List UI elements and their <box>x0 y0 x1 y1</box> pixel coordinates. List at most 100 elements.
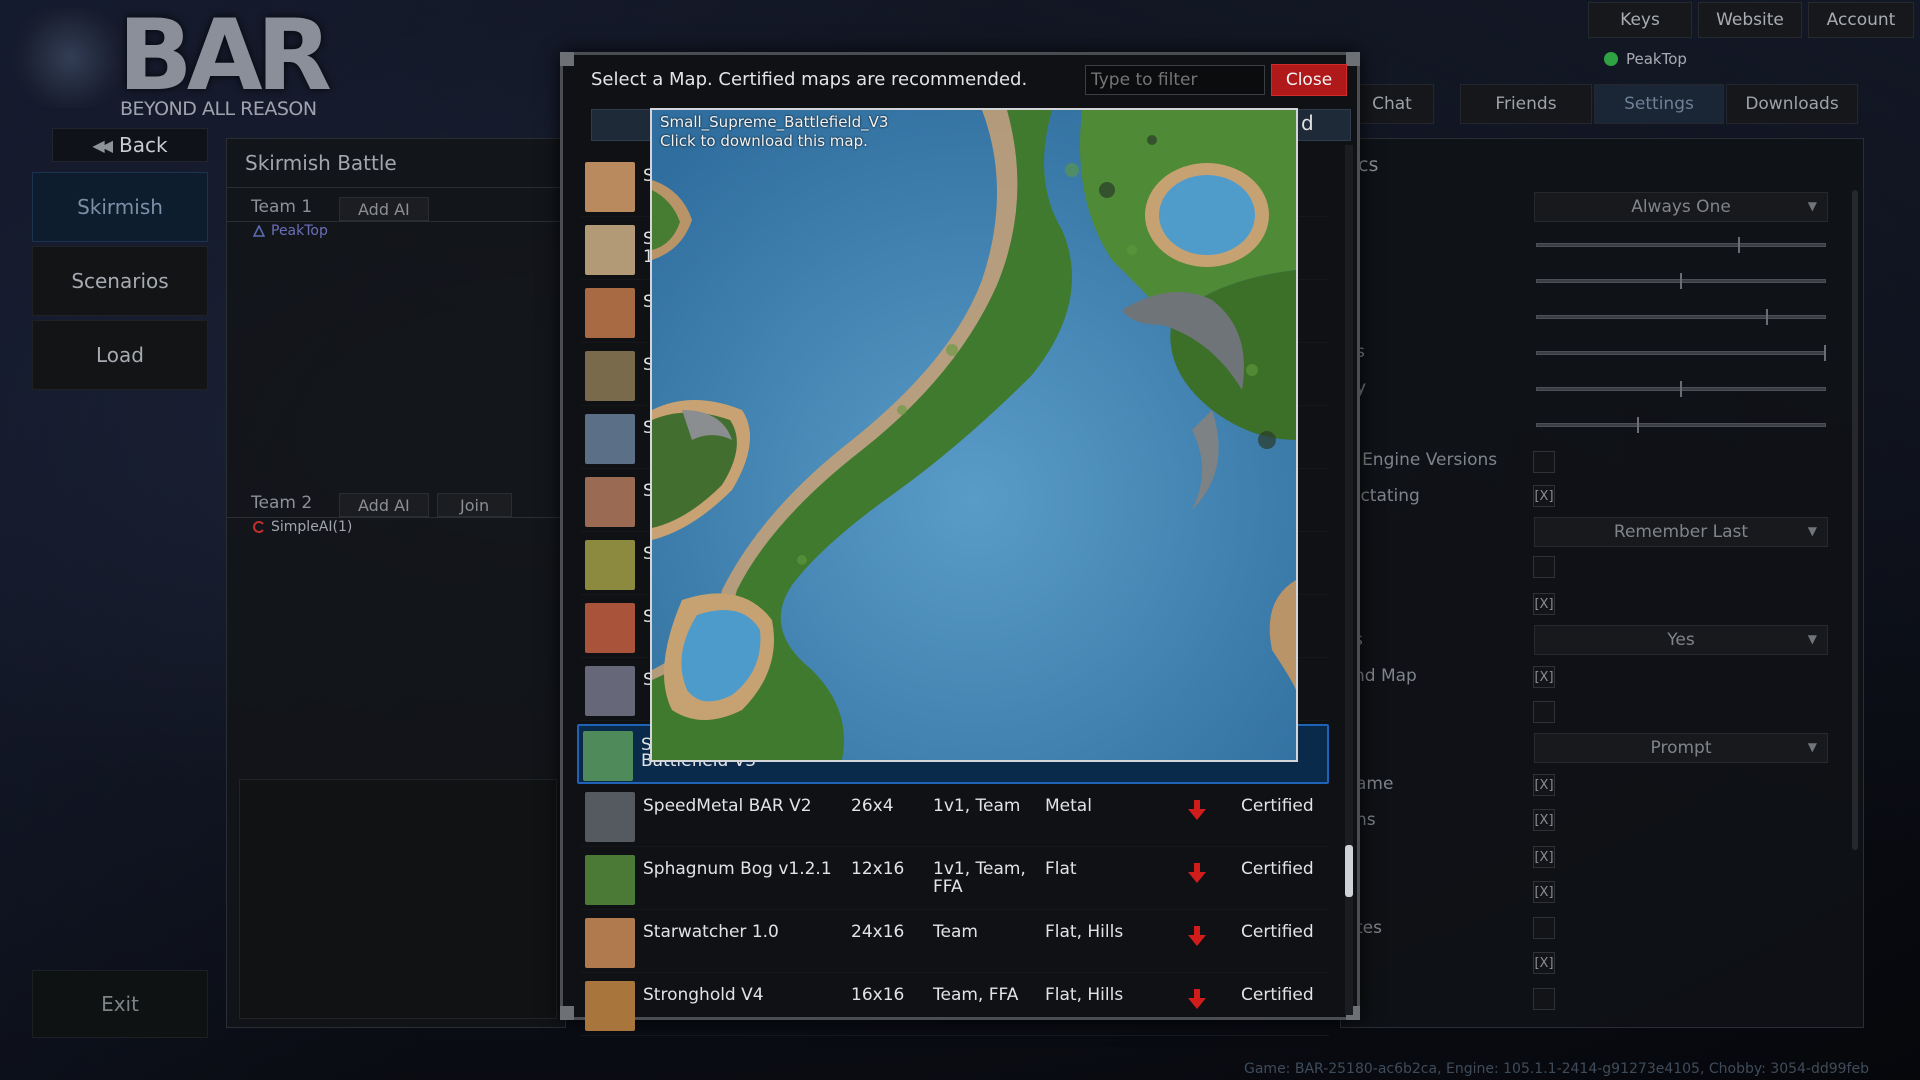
setting-checkbox[interactable]: [X] <box>1533 666 1555 688</box>
slider-thumb[interactable] <box>1680 273 1682 289</box>
version-info: Game: BAR-25180-ac6b2ca, Engine: 105.1.1… <box>1244 1061 1869 1077</box>
exit-button[interactable]: Exit <box>32 970 208 1038</box>
map-row[interactable]: SpeedMetal BAR V2 26x4 1v1, Team Metal Certi… <box>581 787 1329 847</box>
map-row[interactable]: Stronghold V4 16x16 Team, FFA Flat, Hills Ce… <box>581 976 1329 1036</box>
setting-checkbox[interactable]: [X] <box>1533 952 1555 974</box>
map-thumbnail <box>585 792 635 842</box>
team2-join-button[interactable]: Join <box>437 493 513 517</box>
setting-checkbox[interactable] <box>1533 701 1555 723</box>
tab-downloads[interactable]: Downloads <box>1726 84 1858 124</box>
map-size: 26x4 <box>851 796 894 816</box>
tab-chat[interactable]: Chat <box>1350 84 1434 124</box>
team2-add-ai-button[interactable]: Add AI <box>339 493 429 517</box>
team1-player[interactable]: PeakTop <box>253 223 328 239</box>
download-arrow-icon[interactable] <box>1187 799 1207 821</box>
map-row[interactable]: Sphagnum Bog v1.2.1 12x16 1v1, Team, FFA Fl… <box>581 850 1329 910</box>
keys-button[interactable]: Keys <box>1588 2 1692 38</box>
setting-slider[interactable] <box>1536 417 1826 433</box>
nav-scenarios[interactable]: Scenarios <box>32 246 208 316</box>
setting-checkbox[interactable]: [X] <box>1533 774 1555 796</box>
map-status: Certified <box>1241 796 1314 816</box>
team2-label: Team 2 <box>251 493 313 513</box>
map-name: SpeedMetal BAR V2 <box>643 796 812 816</box>
user-status[interactable]: PeakTop <box>1604 50 1687 68</box>
team1-add-ai-button[interactable]: Add AI <box>339 197 429 221</box>
preview-map-name: Small_Supreme_Battlefield_V3 <box>660 113 889 131</box>
map-preview-tooltip[interactable]: Small_Supreme_Battlefield_V3 Click to do… <box>650 108 1298 762</box>
setting-dropdown[interactable]: Always One ▼ <box>1534 192 1828 222</box>
team2-player-name: SimpleAI(1) <box>271 519 353 535</box>
team2-player[interactable]: SimpleAI(1) <box>253 519 352 535</box>
map-size: 12x16 <box>851 859 905 879</box>
map-thumbnail <box>585 351 635 401</box>
back-button[interactable]: ◀◀ Back <box>52 128 208 162</box>
map-status: Certified <box>1241 985 1314 1005</box>
setting-checkbox[interactable]: [X] <box>1533 846 1555 868</box>
slider-thumb[interactable] <box>1766 309 1768 325</box>
settings-section-header: cs <box>1358 154 1379 176</box>
setting-checkbox[interactable] <box>1533 917 1555 939</box>
setting-checkbox[interactable] <box>1533 988 1555 1010</box>
map-game-type: 1v1, Team <box>933 796 1021 816</box>
caret-down-icon: ▼ <box>1807 740 1817 754</box>
double-chevron-left-icon: ◀◀ <box>92 135 113 155</box>
map-thumbnail <box>585 855 635 905</box>
map-filter-input[interactable] <box>1085 65 1265 95</box>
corner-decoration <box>560 52 574 66</box>
close-button[interactable]: Close <box>1271 64 1347 96</box>
settings-scrollbar[interactable] <box>1852 190 1858 850</box>
dropdown-value: Prompt <box>1650 738 1712 758</box>
list-header-fragment: d <box>1301 111 1314 135</box>
setting-label: ectating <box>1350 486 1420 506</box>
team1-label: Team 1 <box>251 197 313 217</box>
setting-label: t Engine Versions <box>1350 450 1498 470</box>
map-thumbnail <box>585 288 635 338</box>
map-preview-image <box>652 110 1296 760</box>
setting-dropdown[interactable]: Yes ▼ <box>1534 625 1828 655</box>
skirmish-panel: Skirmish Battle Team 1 Add AI PeakTop Te… <box>226 138 566 1028</box>
download-arrow-icon[interactable] <box>1187 862 1207 884</box>
slider-thumb[interactable] <box>1637 417 1639 433</box>
nav-load[interactable]: Load <box>32 320 208 390</box>
setting-slider[interactable] <box>1536 273 1826 289</box>
setting-slider[interactable] <box>1536 237 1826 253</box>
divider <box>227 187 565 188</box>
setting-checkbox[interactable]: [X] <box>1533 485 1555 507</box>
setting-slider[interactable] <box>1536 345 1826 361</box>
setting-checkbox[interactable] <box>1533 556 1555 578</box>
slider-thumb[interactable] <box>1680 381 1682 397</box>
skirmish-lower-area <box>239 779 557 1019</box>
map-row[interactable]: Starwatcher 1.0 24x16 Team Flat, Hills Certi… <box>581 913 1329 973</box>
dropdown-value: Yes <box>1667 630 1695 650</box>
map-game-type: Team <box>933 922 978 942</box>
map-list-scrollbar[interactable] <box>1345 145 1353 1015</box>
setting-slider[interactable] <box>1536 309 1826 325</box>
download-arrow-icon[interactable] <box>1187 988 1207 1010</box>
map-thumbnail <box>585 603 635 653</box>
setting-checkbox[interactable]: [X] <box>1533 881 1555 903</box>
download-arrow-icon[interactable] <box>1187 925 1207 947</box>
caret-down-icon: ▼ <box>1807 524 1817 538</box>
setting-slider[interactable] <box>1536 381 1826 397</box>
user-name: PeakTop <box>1626 50 1687 68</box>
slider-track <box>1536 243 1826 247</box>
logo-title: BAR <box>118 0 332 113</box>
scrollbar-thumb[interactable] <box>1345 845 1353 897</box>
setting-checkbox[interactable] <box>1533 451 1555 473</box>
setting-dropdown[interactable]: Remember Last ▼ <box>1534 517 1828 547</box>
setting-checkbox[interactable]: [X] <box>1533 809 1555 831</box>
tab-settings[interactable]: Settings <box>1594 84 1724 124</box>
slider-thumb[interactable] <box>1824 345 1826 361</box>
slider-thumb[interactable] <box>1738 237 1740 253</box>
nav-skirmish[interactable]: Skirmish <box>32 172 208 242</box>
account-button[interactable]: Account <box>1808 2 1914 38</box>
map-thumbnail <box>585 540 635 590</box>
setting-label: nd Map <box>1354 666 1417 686</box>
tab-friends[interactable]: Friends <box>1460 84 1592 124</box>
dialog-instructions: Select a Map. Certified maps are recomme… <box>591 69 1028 90</box>
map-name: Starwatcher 1.0 <box>643 922 779 942</box>
setting-dropdown[interactable]: Prompt ▼ <box>1534 733 1828 763</box>
setting-checkbox[interactable]: [X] <box>1533 593 1555 615</box>
logo: BAR BEYOND ALL REASON <box>118 0 332 120</box>
website-button[interactable]: Website <box>1698 2 1802 38</box>
